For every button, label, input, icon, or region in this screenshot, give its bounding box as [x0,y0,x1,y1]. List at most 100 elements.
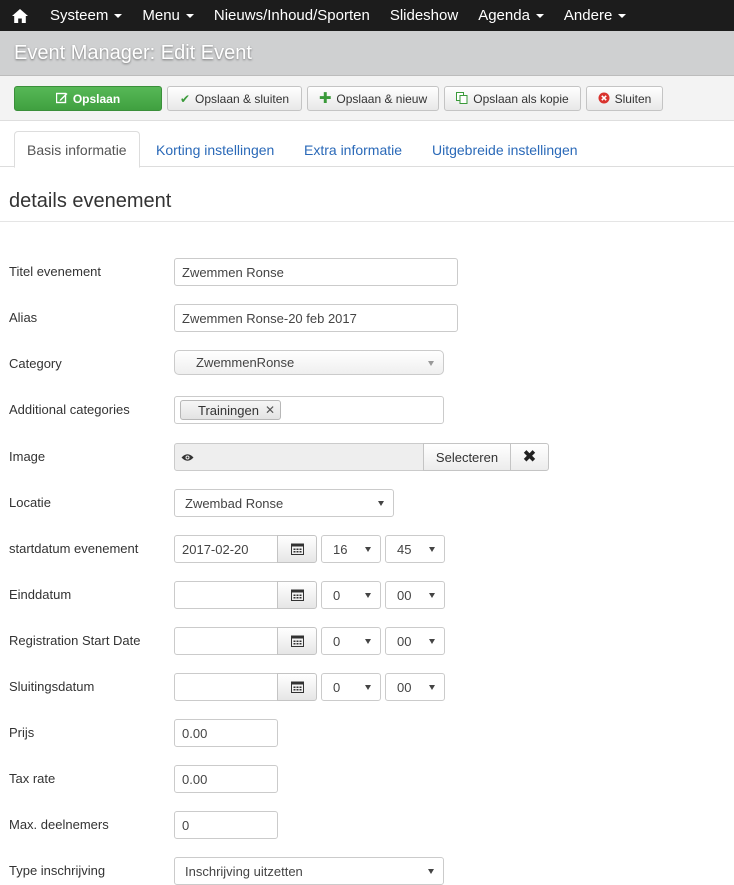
home-button[interactable] [0,0,40,31]
toolbar: Opslaan ✔ Opslaan & sluiten ✚ Opslaan & … [0,76,734,121]
max-participants-label: Max. deelnemers [9,817,109,832]
max-participants-value: 0 [182,817,190,833]
registration-minute-select[interactable]: 00 [385,627,445,655]
menu-menu[interactable]: Menu [132,0,204,31]
title-label: Titel evenement [9,264,102,279]
chevron-down-icon [378,501,384,506]
alias-input[interactable]: Zwemmen Ronse-20 feb 2017 [174,304,458,332]
save-copy-button[interactable]: Opslaan als kopie [444,86,581,111]
closing-hour-select[interactable]: 0 [321,673,381,701]
chevron-down-icon [428,361,434,366]
tab-extra-informatie[interactable]: Extra informatie [304,131,402,168]
check-icon: ✔ [179,91,190,106]
start-minute-select[interactable]: 45 [385,535,445,563]
menu-nieuws[interactable]: Nieuws/Inhoud/Sporten [204,0,380,31]
calendar-icon [290,589,304,601]
tax-rate-label: Tax rate [9,771,56,786]
save-close-button[interactable]: ✔ Opslaan & sluiten [167,86,302,111]
clear-icon: ✖ [522,447,537,466]
top-navbar: Systeem Menu Nieuws/Inhoud/Sporten Slide… [0,0,734,31]
tab-label: Korting instellingen [156,141,275,158]
registration-type-label: Type inschrijving [9,863,106,878]
close-button[interactable]: Sluiten [586,86,663,111]
max-participants-input[interactable]: 0 [174,811,278,839]
closing-date-calendar-button[interactable] [277,673,317,701]
tax-rate-value: 0.00 [182,771,208,787]
menu-label: Systeem [50,7,109,24]
end-date-input[interactable] [174,581,278,609]
tab-label: Extra informatie [304,141,403,158]
registration-start-calendar-button[interactable] [277,627,317,655]
tab-korting-instellingen[interactable]: Korting instellingen [156,131,274,168]
closing-minute-value: 00 [397,679,412,695]
preview-button[interactable] [174,443,201,471]
caret-down-icon [618,13,627,18]
start-date-input[interactable]: 2017-02-20 [174,535,278,563]
closing-hour-value: 0 [333,679,341,695]
registration-type-select[interactable]: Inschrijving uitzetten [174,857,444,885]
start-date-calendar-button[interactable] [277,535,317,563]
start-hour-select[interactable]: 16 [321,535,381,563]
menu-label: Agenda [478,7,530,24]
location-value: Zwembad Ronse [185,495,284,511]
edit-icon [55,92,68,106]
registration-type-value: Inschrijving uitzetten [185,863,303,879]
menu-slideshow[interactable]: Slideshow [380,0,468,31]
location-select[interactable]: Zwembad Ronse [174,489,394,517]
chevron-down-icon [429,593,435,598]
select-image-button[interactable]: Selecteren [423,443,511,471]
calendar-icon [290,681,304,693]
save-new-label: Opslaan & nieuw [336,91,428,106]
end-minute-value: 00 [397,587,412,603]
save-button[interactable]: Opslaan [14,86,162,111]
title-input[interactable]: Zwemmen Ronse [174,258,458,286]
chevron-down-icon [429,547,435,552]
additional-categories-input[interactable]: Trainingen ✕ [174,396,444,424]
tax-rate-input[interactable]: 0.00 [174,765,278,793]
menu-agenda[interactable]: Agenda [468,0,554,31]
registration-minute-value: 00 [397,633,412,649]
alias-label: Alias [9,310,38,325]
menu-label: Nieuws/Inhoud/Sporten [213,7,370,24]
chevron-down-icon [365,593,371,598]
plus-icon: ✚ [318,90,332,107]
clear-image-button[interactable]: ✖ [510,443,549,471]
close-button-label: Sluiten [614,91,652,106]
menu-andere[interactable]: Andere [554,0,636,31]
remove-tag-icon[interactable]: ✕ [265,403,275,417]
category-tag[interactable]: Trainingen ✕ [180,400,282,420]
close-circle-icon [598,92,610,106]
start-date-label: startdatum evenement [9,541,139,556]
save-copy-label: Opslaan als kopie [473,91,569,106]
calendar-icon [290,635,304,647]
price-label: Prijs [9,725,35,740]
category-label: Category [9,356,62,371]
chevron-down-icon [428,869,434,874]
price-input[interactable]: 0.00 [174,719,278,747]
image-path-input[interactable] [200,443,424,471]
menu-systeem[interactable]: Systeem [40,0,132,31]
end-minute-select[interactable]: 00 [385,581,445,609]
save-new-button[interactable]: ✚ Opslaan & nieuw [307,86,439,111]
title-value: Zwemmen Ronse [182,264,284,280]
registration-start-input[interactable] [174,627,278,655]
caret-down-icon [114,13,123,18]
page-title: Event Manager: Edit Event [14,42,252,64]
registration-hour-select[interactable]: 0 [321,627,381,655]
home-icon [12,8,28,23]
category-select[interactable]: ZwemmenRonse [174,350,444,375]
end-date-calendar-button[interactable] [277,581,317,609]
closing-date-input[interactable] [174,673,278,701]
save-close-label: Opslaan & sluiten [195,91,290,106]
menu-label: Andere [563,7,613,24]
chevron-down-icon [365,547,371,552]
select-image-label: Selecteren [435,449,499,465]
closing-minute-select[interactable]: 00 [385,673,445,701]
tab-uitgebreide-instellingen[interactable]: Uitgebreide instellingen [432,131,578,168]
tab-label: Basis informatie [27,141,127,158]
tab-basis-informatie[interactable]: Basis informatie [14,131,140,168]
section-title: details evenement [9,190,172,212]
caret-down-icon [185,13,194,18]
chevron-down-icon [365,685,371,690]
end-hour-select[interactable]: 0 [321,581,381,609]
